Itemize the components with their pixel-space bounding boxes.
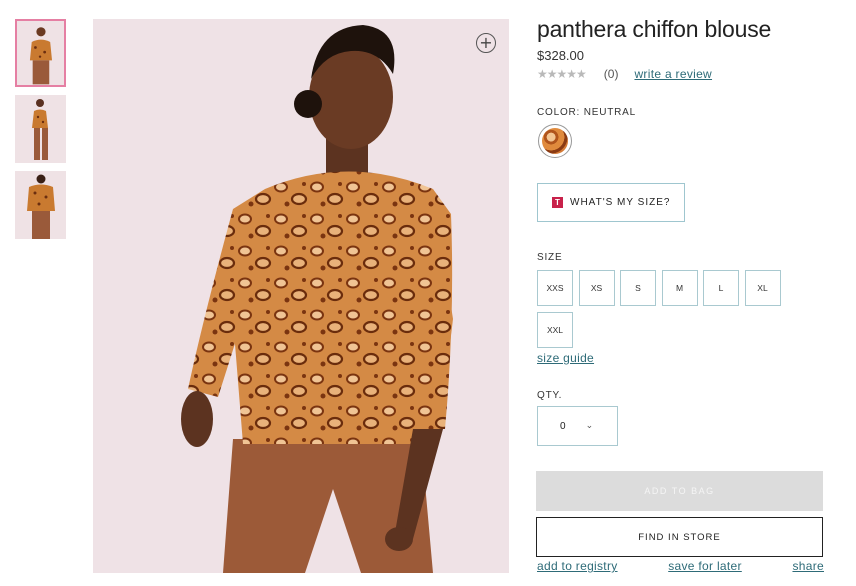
thumbnail-front[interactable] — [15, 19, 66, 87]
size-guide-link[interactable]: size guide — [537, 351, 594, 365]
size-option[interactable]: XL — [744, 270, 781, 306]
share-link[interactable]: share — [792, 559, 824, 573]
zoom-icon[interactable]: + — [476, 33, 496, 53]
thumbnail-side[interactable] — [15, 95, 66, 163]
whats-my-size-button[interactable]: T WHAT'S MY SIZE? — [537, 183, 685, 222]
model-photo — [93, 19, 509, 573]
thumbnail-back-image — [15, 171, 66, 239]
rating-stars-icon: ★★★★★ — [537, 67, 587, 81]
quantity-label: QTY. — [537, 390, 563, 401]
color-label: COLOR: NEUTRAL — [537, 107, 636, 118]
product-price: $328.00 — [537, 48, 584, 63]
write-review-link[interactable]: write a review — [634, 67, 712, 81]
size-option[interactable]: XXL — [537, 312, 573, 348]
rating-row: ★★★★★ (0) write a review — [537, 67, 824, 81]
size-label: SIZE — [537, 252, 563, 263]
size-option[interactable]: XS — [578, 270, 615, 306]
save-for-later-link[interactable]: save for later — [668, 559, 742, 573]
true-fit-icon: T — [552, 197, 563, 208]
main-product-image[interactable]: + — [93, 19, 509, 573]
add-to-registry-link[interactable]: add to registry — [537, 559, 618, 573]
whats-my-size-label: WHAT'S MY SIZE? — [570, 197, 671, 208]
size-option[interactable]: L — [703, 270, 739, 306]
color-swatch-neutral[interactable] — [538, 124, 572, 158]
review-count: (0) — [603, 67, 619, 81]
add-to-bag-button[interactable]: ADD TO BAG — [536, 471, 823, 511]
size-option[interactable]: S — [620, 270, 656, 306]
size-option[interactable]: XXS — [537, 270, 573, 306]
find-in-store-button[interactable]: FIND IN STORE — [536, 517, 823, 557]
size-option[interactable]: M — [661, 270, 698, 306]
thumbnail-side-image — [15, 95, 66, 163]
size-options: XXS XS S M L XL XXL — [537, 270, 827, 354]
secondary-actions: add to registry save for later share — [537, 559, 824, 573]
quantity-value: 0 — [560, 420, 566, 432]
product-info: panthera chiffon blouse $328.00 ★★★★★ (0… — [536, 16, 824, 573]
product-title: panthera chiffon blouse — [537, 16, 772, 42]
swatch-pattern — [542, 128, 568, 154]
thumbnail-list — [15, 19, 67, 247]
thumbnail-front-image — [17, 21, 64, 85]
chevron-down-icon: ⌄ — [585, 421, 594, 431]
thumbnail-back[interactable] — [15, 171, 66, 239]
quantity-select[interactable]: 0 ⌄ — [537, 406, 618, 446]
